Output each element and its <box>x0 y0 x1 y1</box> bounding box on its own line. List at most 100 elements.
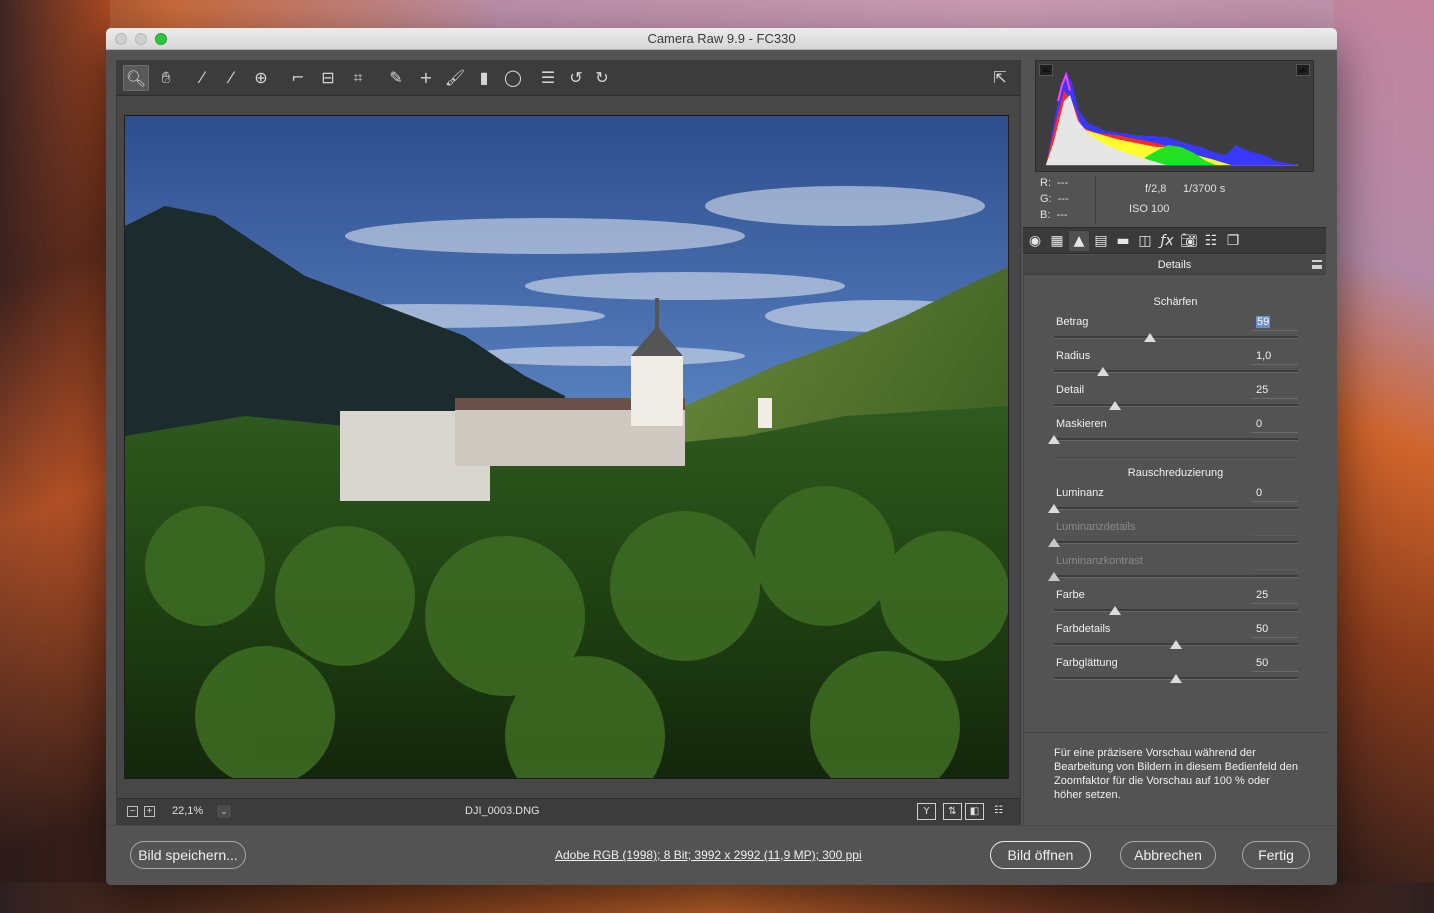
rotate-left-icon[interactable]: ↺ <box>563 65 589 91</box>
image-preview[interactable] <box>124 115 1009 779</box>
slider-thumb[interactable] <box>1109 606 1121 615</box>
slider-thumb[interactable] <box>1096 367 1109 376</box>
preview-status-bar: − + 22,1% ⌄ DJI_0003.DNG Y ⇅ ◧ ☷ <box>117 798 1020 824</box>
adjustment-brush-icon[interactable]: 🖌︎ <box>442 65 468 91</box>
slider-row-luminanzdetails: Luminanzdetails <box>1024 521 1327 555</box>
slider-value-field[interactable]: 59 <box>1252 316 1298 331</box>
section-divider <box>1054 457 1294 458</box>
minimize-window-button[interactable] <box>135 33 147 45</box>
slider-thumb[interactable] <box>1048 572 1060 581</box>
slider-row-radius: Radius 1,0 <box>1024 350 1327 384</box>
slider-value-field[interactable] <box>1252 555 1298 570</box>
slider-value-field[interactable]: 0 <box>1252 487 1298 502</box>
preview-photo <box>125 116 1008 778</box>
window-controls <box>115 33 167 45</box>
slider-row-luminanz: Luminanz 0 <box>1024 487 1327 521</box>
panel-menu-icon[interactable] <box>1312 260 1322 269</box>
hsl-tab-icon[interactable]: ▤ <box>1091 231 1111 251</box>
swap-settings-button[interactable]: ⇅ <box>943 803 962 820</box>
snapshots-tab-icon[interactable]: ❐ <box>1223 231 1243 251</box>
preferences-icon[interactable]: ☰ <box>535 65 561 91</box>
r-label: R: <box>1040 177 1051 189</box>
work-area: 🔍︎ ✋︎ ⁄ ⁄ ⊕ ⌐ ⊟ ⌗ ✎ + 🖌︎ ▮ ◯ ☰ ↺ ↻ ⇱ − +… <box>116 60 1021 825</box>
dialog-footer: Bild speichern... Adobe RGB (1998); 8 Bi… <box>106 825 1337 885</box>
split-toning-tab-icon[interactable]: ▬ <box>1113 231 1133 251</box>
panel-tabs: ◉ ▦ ▲ ▤ ▬ ◫ ƒx 📷︎ ☷ ❐ <box>1023 227 1326 254</box>
slider-value-field[interactable] <box>1252 521 1298 536</box>
save-image-button[interactable]: Bild speichern... <box>130 841 246 869</box>
zoom-tool-icon[interactable]: 🔍︎ <box>123 65 149 91</box>
slider-value-field[interactable]: 1,0 <box>1252 350 1298 365</box>
slider-value-text: 50 <box>1256 623 1269 635</box>
slider-thumb[interactable] <box>1048 504 1060 513</box>
slider-thumb[interactable] <box>1048 538 1060 547</box>
color-sampler-tool-icon[interactable]: ⁄ <box>218 65 244 91</box>
highlight-clipping-warning-button[interactable] <box>1296 64 1310 76</box>
zoom-dropdown[interactable]: ⌄ <box>216 804 232 819</box>
slider-track[interactable] <box>1054 336 1298 339</box>
noise-reduction-title: Rauschreduzierung <box>1127 467 1224 479</box>
basic-tab-icon[interactable]: ◉ <box>1025 231 1045 251</box>
slider-value-text: 25 <box>1256 384 1269 396</box>
slider-thumb[interactable] <box>1170 674 1182 683</box>
graduated-filter-icon[interactable]: ▮ <box>471 65 497 91</box>
spot-removal-tool-icon[interactable]: ✎ <box>383 65 409 91</box>
rotate-right-icon[interactable]: ↻ <box>589 65 615 91</box>
zoom-out-button[interactable]: − <box>127 806 138 817</box>
slider-track[interactable] <box>1054 609 1298 612</box>
hand-tool-icon[interactable]: ✋︎ <box>153 65 179 91</box>
slider-row-maskieren: Maskieren 0 <box>1024 418 1327 452</box>
sharpening-title: Schärfen <box>1153 296 1198 308</box>
slider-track[interactable] <box>1054 438 1298 441</box>
crop-tool-icon[interactable]: ⌐ <box>285 65 311 91</box>
zoom-in-button[interactable]: + <box>144 806 155 817</box>
effects-tab-icon[interactable]: ƒx <box>1157 231 1177 251</box>
done-button[interactable]: Fertig <box>1242 841 1310 869</box>
close-window-button[interactable] <box>115 33 127 45</box>
targeted-adjustment-tool-icon[interactable]: ⊕ <box>248 65 274 91</box>
slider-value-field[interactable]: 25 <box>1252 384 1298 399</box>
slider-value-field[interactable]: 50 <box>1252 623 1298 638</box>
slider-track[interactable] <box>1054 404 1298 407</box>
white-balance-tool-icon[interactable]: ⁄ <box>189 65 215 91</box>
lens-corrections-tab-icon[interactable]: ◫ <box>1135 231 1155 251</box>
slider-thumb[interactable] <box>1109 401 1121 410</box>
workflow-options-link[interactable]: Adobe RGB (1998); 8 Bit; 3992 x 2992 (11… <box>555 848 862 862</box>
slider-track[interactable] <box>1054 507 1298 510</box>
right-panel: R: --- G: --- B: --- f/2,8 1/3700 s ISO … <box>1023 60 1327 825</box>
detail-tab-icon[interactable]: ▲ <box>1069 231 1089 251</box>
slider-thumb[interactable] <box>1170 640 1182 649</box>
slider-value-field[interactable]: 50 <box>1252 657 1298 672</box>
slider-value-text: 25 <box>1256 589 1269 601</box>
zoom-window-button[interactable] <box>155 33 167 45</box>
straighten-tool-icon[interactable]: ⊟ <box>315 65 341 91</box>
slider-track[interactable] <box>1054 575 1298 578</box>
copy-settings-button[interactable]: ◧ <box>965 803 984 820</box>
open-image-button[interactable]: Bild öffnen <box>990 841 1091 869</box>
slider-value-field[interactable]: 0 <box>1252 418 1298 433</box>
slider-value-field[interactable]: 25 <box>1252 589 1298 604</box>
slider-value-text: 0 <box>1256 487 1263 499</box>
fullscreen-icon[interactable]: ⇱ <box>987 65 1013 91</box>
slider-track[interactable] <box>1054 370 1298 373</box>
cancel-button[interactable]: Abbrechen <box>1120 841 1216 869</box>
transform-tool-icon[interactable]: ⌗ <box>345 65 371 91</box>
slider-row-luminanzkontrast: Luminanzkontrast <box>1024 555 1327 589</box>
g-value: --- <box>1057 193 1069 205</box>
slider-value-text: 1,0 <box>1256 350 1272 362</box>
histogram-graph <box>1046 71 1298 166</box>
file-name: DJI_0003.DNG <box>465 805 540 817</box>
slider-thumb[interactable] <box>1048 435 1060 444</box>
presets-tab-icon[interactable]: ☷ <box>1201 231 1221 251</box>
camera-calibration-tab-icon[interactable]: 📷︎ <box>1179 231 1199 251</box>
toggle-settings-button[interactable]: ☷ <box>989 803 1008 820</box>
slider-row-farbglättung: Farbglättung 50 <box>1024 657 1327 691</box>
slider-label: Farbglättung <box>1056 657 1118 669</box>
before-after-view-button[interactable]: Y <box>917 803 936 820</box>
red-eye-removal-icon[interactable]: + <box>413 65 439 91</box>
shadow-clipping-warning-button[interactable] <box>1039 64 1053 76</box>
tone-curve-tab-icon[interactable]: ▦ <box>1047 231 1067 251</box>
slider-thumb[interactable] <box>1143 333 1156 342</box>
slider-track[interactable] <box>1054 541 1298 544</box>
radial-filter-icon[interactable]: ◯ <box>500 65 526 91</box>
